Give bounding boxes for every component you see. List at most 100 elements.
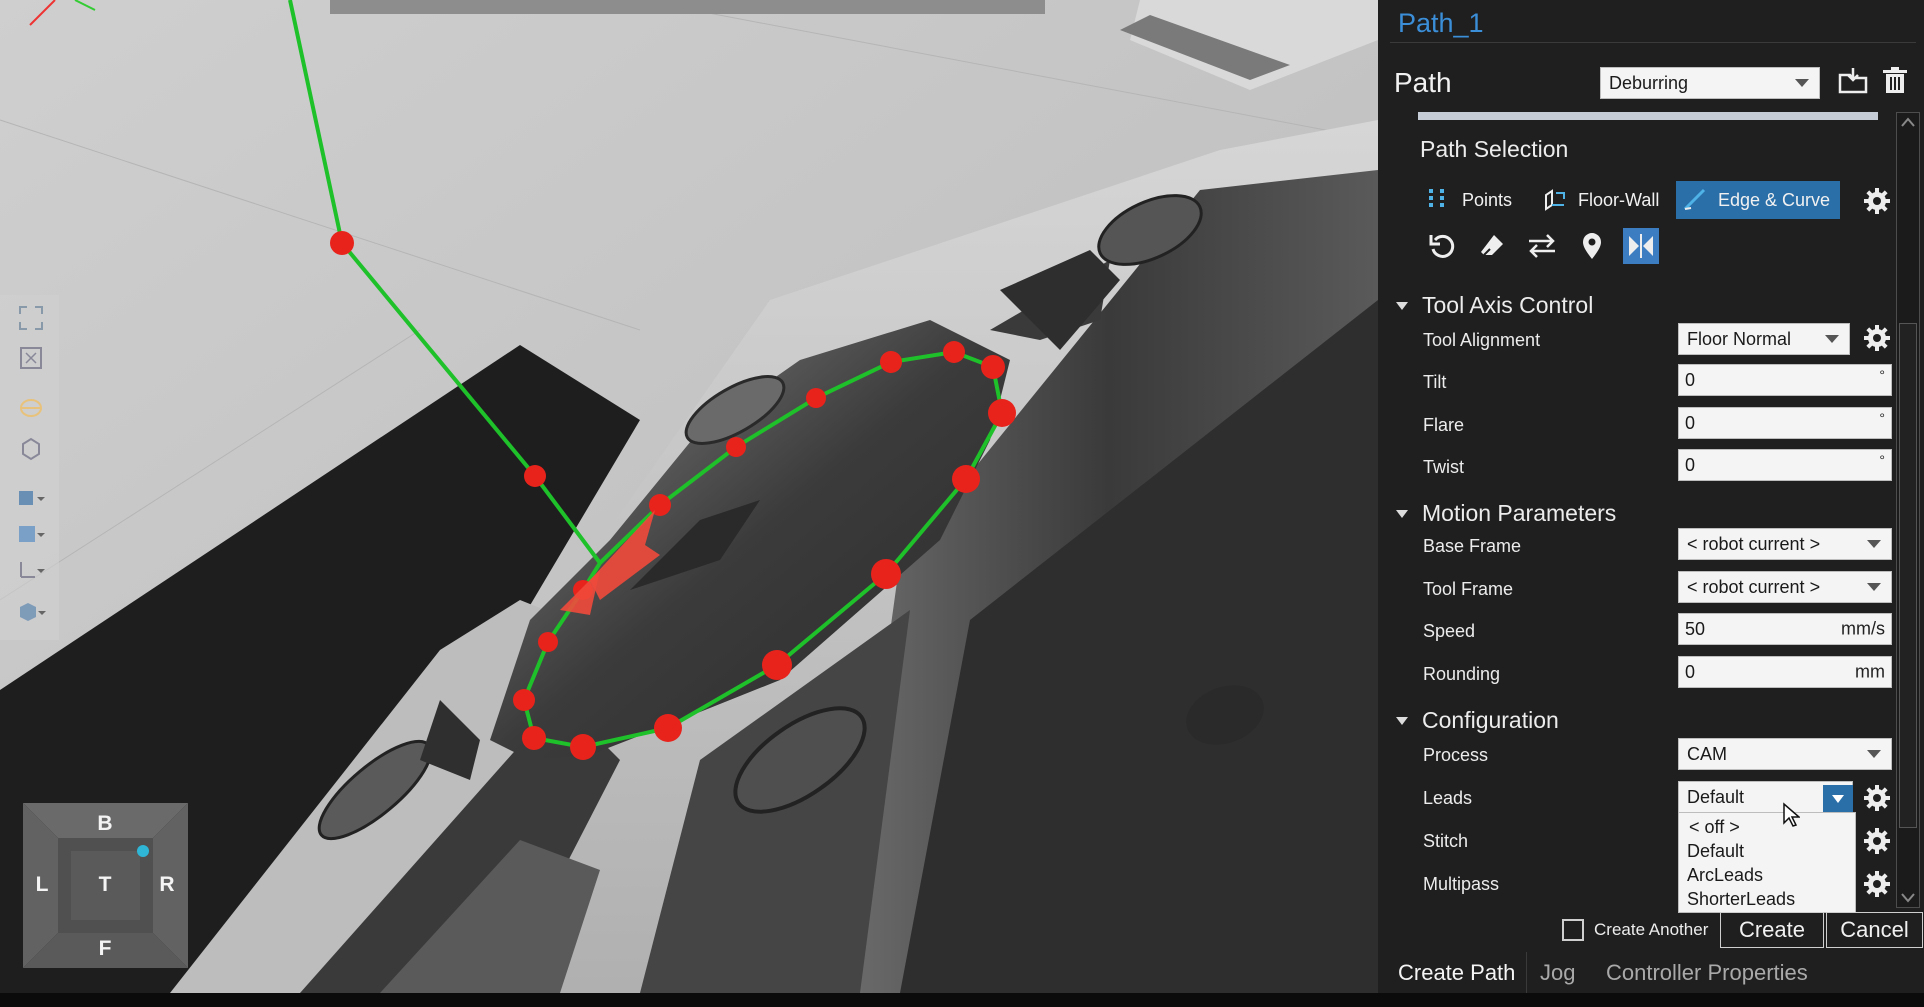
rounding-unit: mm — [1855, 661, 1885, 682]
tool-frame-label: Tool Frame — [1423, 579, 1514, 599]
mode-floor-wall-label: Floor-Wall — [1578, 189, 1660, 210]
chevron-down-icon — [1396, 301, 1408, 310]
stitch-settings-gear-icon[interactable] — [1862, 826, 1892, 856]
path-selection-title: Path Selection — [1420, 136, 1569, 162]
navcube-right[interactable]: R — [152, 873, 182, 897]
location-pin-icon[interactable] — [1574, 228, 1610, 264]
mode-edge-curve-label: Edge & Curve — [1718, 189, 1831, 210]
base-frame-label: Base Frame — [1423, 536, 1522, 556]
rounding-input[interactable]: 0 mm — [1678, 656, 1892, 688]
chevron-down-icon — [1396, 716, 1408, 725]
flare-input[interactable]: 0 ° — [1678, 407, 1892, 439]
leads-option-off[interactable]: < off > — [1689, 817, 1740, 838]
speed-input[interactable]: 50 mm/s — [1678, 613, 1892, 645]
rounding-value: 0 — [1685, 661, 1696, 682]
leads-options-list: < off > Default ArcLeads ShorterLeads — [1678, 812, 1856, 913]
create-button[interactable]: Create — [1720, 912, 1824, 948]
motion-parameters-header[interactable]: Motion Parameters — [1396, 500, 1616, 527]
mode-edge-curve-button[interactable]: Edge & Curve — [1676, 181, 1840, 219]
box-view-icon[interactable] — [14, 433, 48, 463]
tilt-input[interactable]: 0 ° — [1678, 364, 1892, 396]
twist-input[interactable]: 0 ° — [1678, 449, 1892, 481]
process-value: CAM — [1687, 743, 1727, 764]
tab-controller-properties[interactable]: Controller Properties — [1606, 960, 1808, 986]
mirror-flip-icon[interactable] — [1623, 228, 1659, 264]
nav-cube[interactable]: B L T R F — [23, 803, 188, 968]
progress-strip — [1418, 112, 1878, 120]
speed-value: 50 — [1685, 618, 1706, 639]
chart-view-icon[interactable] — [14, 519, 48, 549]
mode-points-label: Points — [1462, 189, 1513, 210]
display-mode-icon[interactable] — [14, 483, 48, 513]
trash-icon[interactable] — [1880, 65, 1910, 100]
process-select[interactable]: CAM — [1678, 738, 1892, 770]
mode-points-button[interactable]: Points — [1420, 181, 1535, 219]
import-folder-icon[interactable] — [1838, 65, 1868, 100]
tool-alignment-label: Tool Alignment — [1423, 330, 1541, 350]
leads-option-arcleads[interactable]: ArcLeads — [1687, 865, 1763, 886]
bottom-tab-bar: Create Path Jog Controller Properties — [1378, 952, 1924, 993]
undo-icon[interactable] — [1424, 228, 1460, 264]
tool-alignment-gear-icon[interactable] — [1862, 323, 1892, 353]
chevron-down-icon — [1825, 335, 1839, 343]
floor-wall-icon — [1545, 189, 1565, 211]
path-type-value: Deburring — [1609, 72, 1689, 93]
leads-settings-gear-icon[interactable] — [1862, 783, 1892, 813]
points-icon — [1429, 189, 1444, 207]
speed-unit: mm/s — [1841, 618, 1885, 639]
view-toolbar — [0, 295, 59, 640]
eraser-icon[interactable] — [1474, 228, 1510, 264]
chevron-down-icon — [1832, 794, 1844, 803]
create-another-label: Create Another — [1594, 920, 1709, 939]
chevron-down-icon — [1867, 540, 1881, 548]
navcube-top[interactable]: T — [90, 873, 120, 897]
multipass-settings-gear-icon[interactable] — [1862, 869, 1892, 899]
fit-selection-icon[interactable] — [14, 343, 48, 373]
path-selection-settings-gear-icon[interactable] — [1862, 186, 1892, 216]
tool-alignment-value: Floor Normal — [1687, 328, 1792, 349]
create-another-checkbox[interactable] — [1562, 919, 1584, 941]
leads-dropdown-toggle[interactable] — [1823, 785, 1853, 812]
chevron-down-icon — [1396, 509, 1408, 518]
section-plane-icon[interactable] — [14, 393, 48, 423]
tool-axis-header[interactable]: Tool Axis Control — [1396, 292, 1593, 319]
scroll-down-icon[interactable] — [1901, 893, 1915, 903]
tool-alignment-select[interactable]: Floor Normal — [1678, 323, 1850, 355]
rounding-label: Rounding — [1423, 664, 1501, 684]
stitch-label: Stitch — [1423, 831, 1469, 851]
3d-viewport[interactable]: B L T R F — [0, 0, 1378, 993]
chevron-down-icon — [1795, 79, 1809, 87]
tab-jog[interactable]: Jog — [1540, 960, 1575, 986]
navcube-left[interactable]: L — [27, 873, 57, 897]
tool-axis-header-label: Tool Axis Control — [1422, 292, 1594, 318]
navcube-front[interactable]: F — [90, 937, 120, 961]
configuration-header[interactable]: Configuration — [1396, 707, 1559, 734]
fit-all-icon[interactable] — [14, 303, 48, 333]
tilt-degree-unit: ° — [1879, 367, 1885, 383]
leads-value: Default — [1687, 786, 1745, 807]
axes-icon[interactable] — [14, 555, 48, 585]
scroll-up-icon[interactable] — [1901, 117, 1915, 127]
flare-label: Flare — [1423, 415, 1465, 435]
base-frame-select[interactable]: < robot current > — [1678, 528, 1892, 560]
navcube-back[interactable]: B — [90, 812, 120, 836]
mode-floor-wall-button[interactable]: Floor-Wall — [1536, 181, 1676, 219]
leads-option-default[interactable]: Default — [1687, 841, 1744, 862]
cube-color-icon[interactable] — [14, 597, 48, 627]
viewport-top-toolbar[interactable] — [330, 0, 1045, 14]
cad-scene — [0, 0, 1378, 993]
mouse-cursor-icon — [1783, 802, 1800, 827]
scroll-thumb[interactable] — [1899, 323, 1917, 828]
path-name-title[interactable]: Path_1 — [1398, 8, 1484, 39]
tool-frame-select[interactable]: < robot current > — [1678, 571, 1892, 603]
path-type-select[interactable]: Deburring — [1600, 67, 1820, 99]
reverse-direction-icon[interactable] — [1524, 228, 1560, 264]
tab-create-path[interactable]: Create Path — [1398, 960, 1515, 986]
flare-degree-unit: ° — [1879, 410, 1885, 426]
twist-value: 0 — [1685, 454, 1696, 475]
leads-option-shorterleads[interactable]: ShorterLeads — [1687, 889, 1795, 910]
panel-scrollbar[interactable] — [1896, 112, 1920, 908]
edge-curve-icon — [1683, 188, 1706, 211]
cancel-button[interactable]: Cancel — [1826, 912, 1923, 948]
base-frame-value: < robot current > — [1687, 533, 1821, 554]
